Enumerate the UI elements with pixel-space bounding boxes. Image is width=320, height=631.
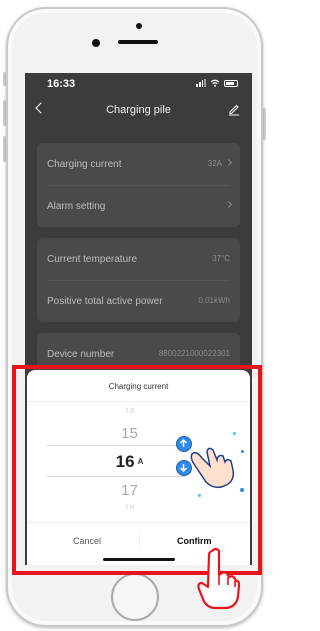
status-time: 16:33 xyxy=(47,78,76,90)
page-title: Charging pile xyxy=(106,104,171,116)
positive-total-active-power-row: Positive total active power 0.01kWh xyxy=(37,280,240,322)
camera-icon xyxy=(136,23,142,29)
charging-current-value: 32A xyxy=(207,159,222,168)
settings-card-current: Charging current 32A Alarm setting xyxy=(37,143,240,227)
positive-total-active-power-value: 0.01kWh xyxy=(198,296,230,305)
device-number-value: 8800221000022301 xyxy=(158,349,230,358)
wifi-icon xyxy=(210,79,220,87)
status-bar: 16:33 xyxy=(25,73,252,95)
highlight-frame xyxy=(12,365,262,575)
positive-total-active-power-label: Positive total active power xyxy=(47,296,163,307)
pointer-hand-icon xyxy=(197,547,240,610)
battery-icon xyxy=(224,79,238,87)
signal-icon xyxy=(196,79,206,87)
chevron-right-icon xyxy=(224,158,233,167)
earpiece-speaker xyxy=(118,40,158,44)
front-camera-icon xyxy=(92,39,100,47)
pencil-icon[interactable] xyxy=(228,102,240,116)
charging-current-row[interactable]: Charging current 32A xyxy=(37,143,240,185)
chevron-right-icon xyxy=(224,200,233,209)
current-temperature-row: Current temperature 37°C xyxy=(37,238,240,280)
alarm-setting-label: Alarm setting xyxy=(47,201,106,212)
nav-bar: Charging pile xyxy=(25,98,252,122)
charging-current-label: Charging current xyxy=(47,159,122,170)
current-temperature-value: 37°C xyxy=(212,254,230,263)
settings-card-readings: Current temperature 37°C Positive total … xyxy=(37,238,240,322)
status-icons xyxy=(196,79,238,87)
current-temperature-label: Current temperature xyxy=(47,254,138,265)
home-button[interactable] xyxy=(111,573,159,621)
power-button xyxy=(263,108,266,140)
device-number-label: Device number xyxy=(47,349,115,360)
alarm-setting-row[interactable]: Alarm setting xyxy=(37,185,240,227)
